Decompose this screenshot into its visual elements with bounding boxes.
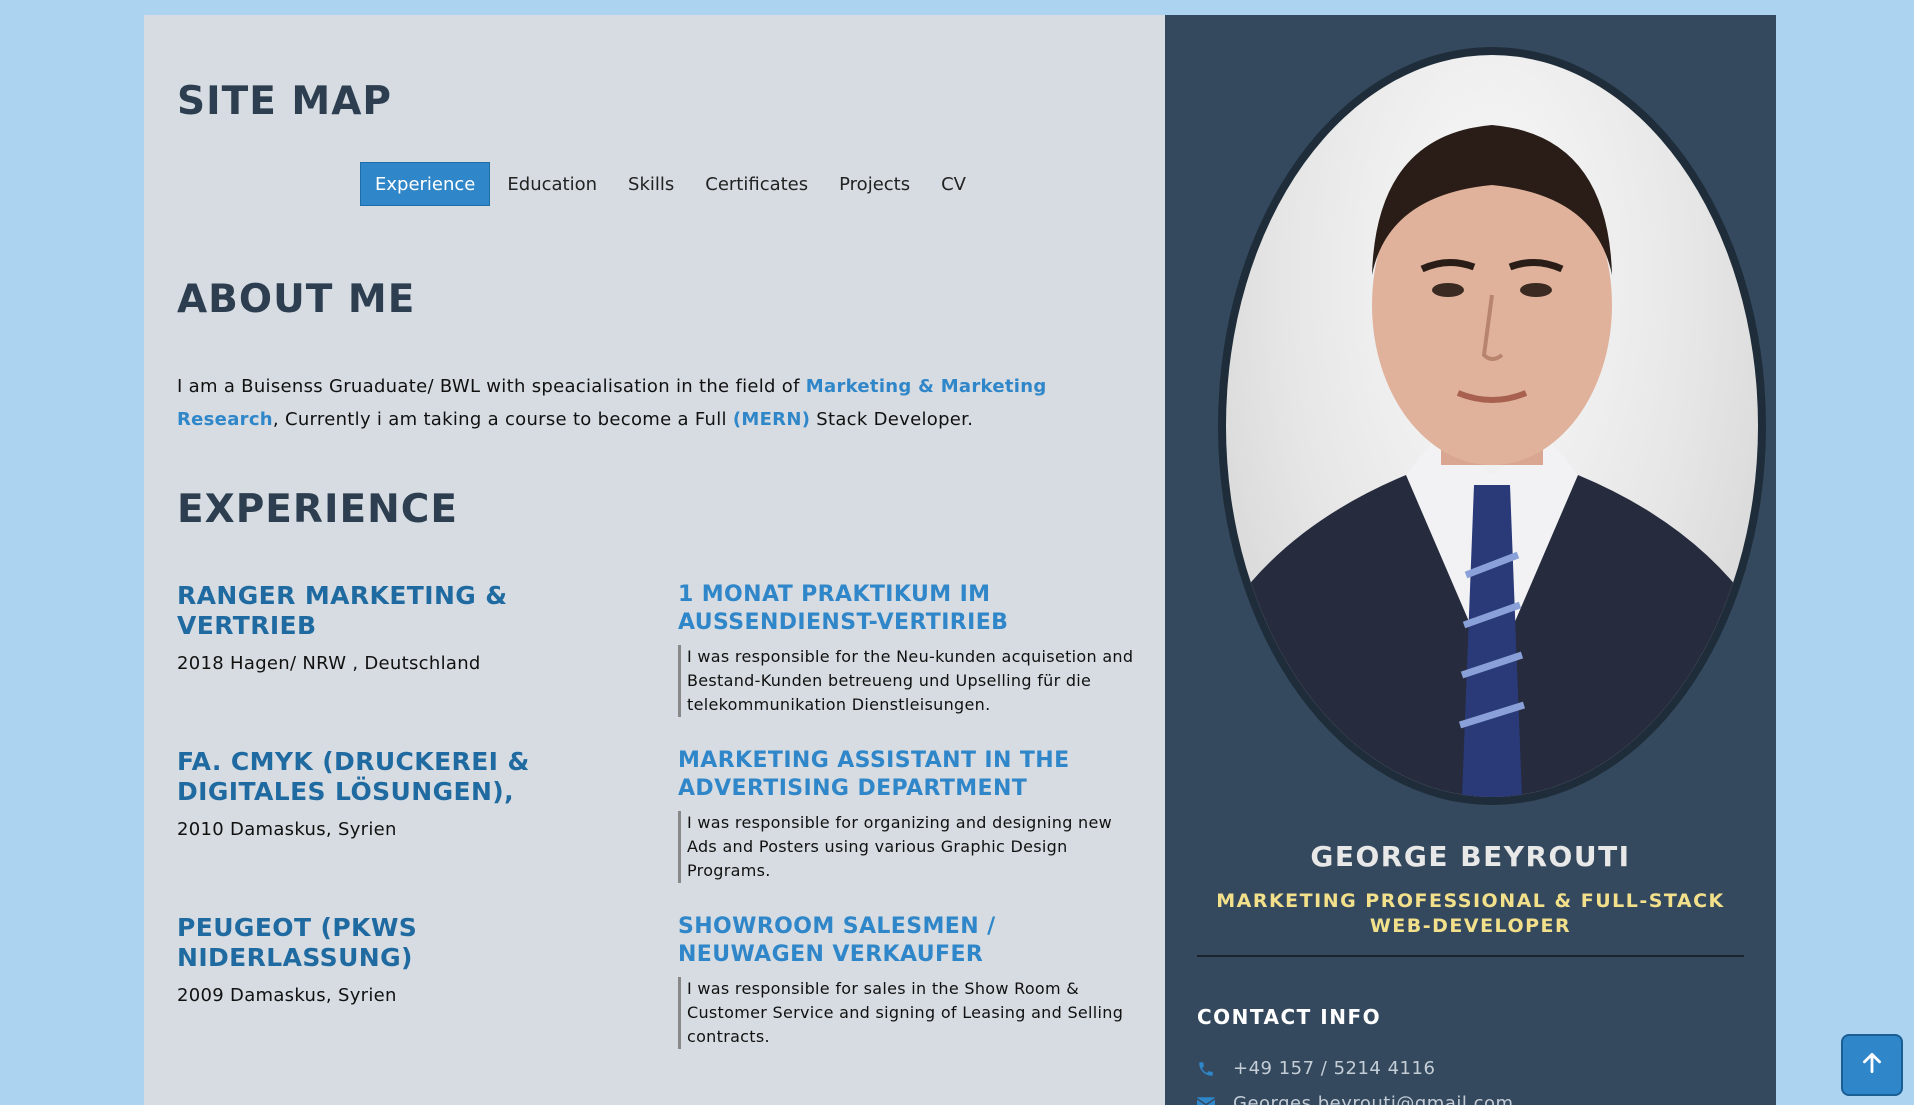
job-company-block: RANGER MARKETING & VERTRIEB 2018 Hagen/ …: [177, 581, 637, 674]
tab-experience[interactable]: Experience: [360, 162, 491, 206]
about-highlight-mern: (MERN): [732, 409, 811, 430]
job-meta: 2009 Damaskus, Syrien: [177, 985, 397, 1006]
job-role-block: SHOWROOM SALESMEN / NEUWAGEN VERKAUFER I…: [678, 913, 1138, 1049]
tab-skills[interactable]: Skills: [614, 162, 688, 206]
about-text: I am a Buisenss Gruaduate/ BWL with spea…: [177, 370, 1127, 436]
about-text-part: I am a Buisenss Gruaduate/ BWL with spea…: [177, 376, 806, 397]
phone-icon: [1197, 1060, 1215, 1078]
job-description: I was responsible for organizing and des…: [678, 811, 1138, 883]
about-title: ABOUT ME: [177, 277, 416, 322]
tab-education[interactable]: Education: [493, 162, 611, 206]
job-company: RANGER MARKETING & VERTRIEB: [177, 581, 508, 640]
arrow-up-icon: [1859, 1050, 1885, 1080]
job-meta: 2010 Damaskus, Syrien: [177, 819, 397, 840]
about-text-part: , Currently i am taking a course to beco…: [272, 409, 733, 430]
job-role: SHOWROOM SALESMEN / NEUWAGEN VERKAUFER: [678, 914, 996, 967]
resume-page: SITE MAP Experience Education Skills Cer…: [144, 15, 1776, 1105]
about-text-part: Stack Developer.: [810, 409, 974, 430]
profile-sidebar: GEORGE BEYROUTI MARKETING PROFESSIONAL &…: [1165, 15, 1776, 1105]
contact-email[interactable]: Georges.beyrouti@gmail.com: [1197, 1093, 1514, 1105]
main-content: SITE MAP Experience Education Skills Cer…: [144, 15, 1165, 1105]
tab-cv[interactable]: CV: [927, 162, 980, 206]
job-role-block: 1 MONAT PRAKTIKUM IM AUSSENDIENST-VERTIR…: [678, 581, 1138, 717]
job-role-block: MARKETING ASSISTANT IN THE ADVERTISING D…: [678, 747, 1138, 883]
sidebar-divider: [1197, 955, 1744, 957]
scroll-top-button[interactable]: [1841, 1034, 1903, 1096]
job-company: PEUGEOT (PKWS NIDERLASSUNG): [177, 913, 418, 972]
job-company-block: FA. CMYK (DRUCKEREI & DIGITALES LÖSUNGEN…: [177, 747, 637, 840]
tab-projects[interactable]: Projects: [825, 162, 924, 206]
job-description: I was responsible for the Neu-kunden acq…: [678, 645, 1138, 717]
sitemap-title: SITE MAP: [177, 79, 392, 124]
profile-name: GEORGE BEYROUTI: [1310, 840, 1631, 873]
tab-certificates[interactable]: Certificates: [691, 162, 822, 206]
envelope-icon: [1197, 1095, 1215, 1105]
sitemap-tabs: Experience Education Skills Certificates…: [360, 162, 983, 206]
profile-title: MARKETING PROFESSIONAL & FULL-STACK WEB-…: [1216, 890, 1725, 937]
job-company: FA. CMYK (DRUCKEREI & DIGITALES LÖSUNGEN…: [177, 747, 530, 806]
job-meta: 2018 Hagen/ NRW , Deutschland: [177, 653, 481, 674]
experience-title: EXPERIENCE: [177, 487, 459, 532]
contact-title: CONTACT INFO: [1197, 1005, 1382, 1029]
contact-phone[interactable]: +49 157 / 5214 4116: [1197, 1058, 1435, 1079]
job-role: 1 MONAT PRAKTIKUM IM AUSSENDIENST-VERTIR…: [678, 582, 1009, 635]
job-description: I was responsible for sales in the Show …: [678, 977, 1138, 1049]
job-company-block: PEUGEOT (PKWS NIDERLASSUNG) 2009 Damasku…: [177, 913, 637, 1006]
job-role: MARKETING ASSISTANT IN THE ADVERTISING D…: [678, 748, 1070, 801]
profile-photo: [1218, 47, 1766, 805]
email-address: Georges.beyrouti@gmail.com: [1233, 1093, 1514, 1105]
phone-number: +49 157 / 5214 4116: [1233, 1058, 1436, 1079]
